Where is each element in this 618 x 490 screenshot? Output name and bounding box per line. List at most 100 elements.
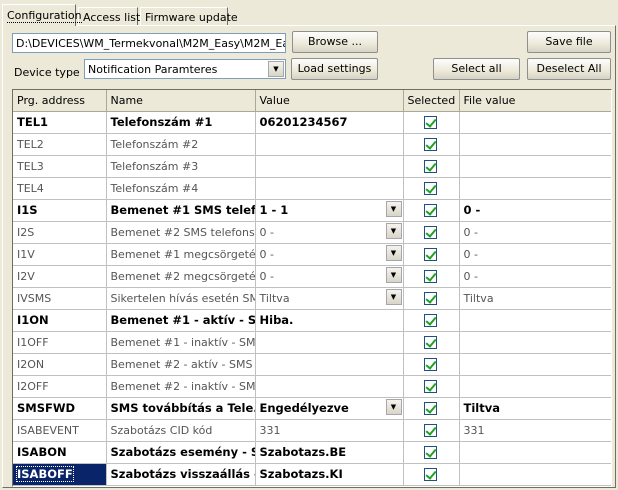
cell-selected[interactable]: [403, 243, 460, 266]
cell-file-value[interactable]: 0 -: [459, 265, 611, 288]
column-header-prg-address[interactable]: Prg. address: [13, 90, 107, 112]
table-row[interactable]: I2OFF Bemenet #2 - inaktív - SMS...: [13, 375, 611, 398]
load-settings-button[interactable]: Load settings: [291, 58, 378, 80]
cell-selected[interactable]: [403, 463, 460, 486]
chevron-down-icon[interactable]: ▼: [268, 61, 284, 77]
cell-name[interactable]: Bemenet #2 - aktív - SMS s...: [106, 353, 256, 376]
browse-button[interactable]: Browse ...: [292, 31, 378, 53]
cell-name[interactable]: Bemenet #1 megcsörgetési ...: [106, 243, 256, 266]
cell-selected[interactable]: [403, 155, 460, 178]
cell-name[interactable]: Sikertelen hívás esetén SMS: [106, 287, 256, 310]
cell-prg-address[interactable]: TEL2: [13, 133, 107, 156]
selected-checkbox[interactable]: [423, 137, 437, 151]
cell-name[interactable]: Bemenet #1 - aktív - S...: [106, 309, 256, 332]
cell-selected[interactable]: [403, 221, 460, 244]
table-row[interactable]: ISABOFF Szabotázs visszaállás -...Szabota…: [13, 463, 611, 486]
selected-checkbox[interactable]: [423, 291, 437, 305]
cell-selected[interactable]: [403, 287, 460, 310]
cell-value[interactable]: Hiba.: [255, 309, 404, 332]
save-file-button[interactable]: Save file: [527, 31, 611, 53]
cell-selected[interactable]: [403, 375, 460, 398]
chevron-down-icon[interactable]: ▼: [385, 200, 402, 217]
table-row[interactable]: I2ON Bemenet #2 - aktív - SMS s...: [13, 353, 611, 376]
cell-value[interactable]: 06201234567: [255, 111, 404, 134]
tab-access-list[interactable]: Access list: [78, 7, 140, 26]
chevron-down-icon[interactable]: ▼: [385, 288, 402, 305]
cell-value[interactable]: Szabotazs.KI: [255, 463, 404, 486]
cell-file-value[interactable]: [459, 331, 611, 354]
cell-name[interactable]: Szabotázs esemény - S...: [106, 441, 256, 464]
device-type-select[interactable]: Notification Paramteres ▼: [84, 59, 286, 79]
parameter-grid[interactable]: Prg. address Name Value Selected File va…: [12, 89, 612, 487]
selected-checkbox[interactable]: [423, 467, 437, 481]
selected-checkbox[interactable]: [423, 269, 437, 283]
cell-value[interactable]: Engedélyezve ▼: [255, 397, 404, 420]
table-row[interactable]: SMSFWD SMS továbbítás a Tele... Engedélyez…: [13, 397, 611, 420]
table-row[interactable]: TEL2 Telefonszám #2: [13, 133, 611, 156]
cell-file-value[interactable]: [459, 375, 611, 398]
cell-value[interactable]: 331: [255, 419, 404, 442]
cell-prg-address[interactable]: I1V: [13, 243, 107, 266]
cell-file-value[interactable]: Tiltva: [459, 287, 611, 310]
chevron-down-icon[interactable]: ▼: [385, 244, 402, 261]
cell-selected[interactable]: [403, 353, 460, 376]
selected-checkbox[interactable]: [423, 225, 437, 239]
selected-checkbox[interactable]: [423, 401, 437, 415]
chevron-down-icon[interactable]: ▼: [385, 398, 402, 415]
cell-value[interactable]: 0 - ▼: [255, 243, 404, 266]
cell-prg-address[interactable]: I2S: [13, 221, 107, 244]
table-row[interactable]: I1S Bemenet #1 SMS telef... 1 - 1 ▼ 0 -: [13, 199, 611, 222]
cell-file-value[interactable]: Tiltva: [459, 397, 611, 420]
column-header-selected[interactable]: Selected: [403, 90, 460, 112]
cell-prg-address[interactable]: I2OFF: [13, 375, 107, 398]
cell-prg-address[interactable]: IVSMS: [13, 287, 107, 310]
cell-selected[interactable]: [403, 441, 460, 464]
table-row[interactable]: I1ON Bemenet #1 - aktív - S... Hiba.: [13, 309, 611, 332]
cell-name[interactable]: Bemenet #1 SMS telef...: [106, 199, 256, 222]
cell-prg-address[interactable]: TEL4: [13, 177, 107, 200]
cell-value[interactable]: Tiltva ▼: [255, 287, 404, 310]
cell-name[interactable]: Szabotázs visszaállás -...: [106, 463, 256, 486]
cell-prg-address[interactable]: ISABON: [13, 441, 107, 464]
tab-firmware-update[interactable]: Firmware update: [140, 7, 238, 26]
cell-value[interactable]: Szabotazs.BE: [255, 441, 404, 464]
cell-prg-address[interactable]: I2ON: [13, 353, 107, 376]
cell-selected[interactable]: [403, 331, 460, 354]
cell-selected[interactable]: [403, 133, 460, 156]
selected-checkbox[interactable]: [423, 181, 437, 195]
selected-checkbox[interactable]: [423, 115, 437, 129]
cell-file-value[interactable]: [459, 441, 611, 464]
selected-checkbox[interactable]: [423, 445, 437, 459]
cell-name[interactable]: Bemenet #2 SMS telefonszám: [106, 221, 256, 244]
cell-file-value[interactable]: [459, 309, 611, 332]
column-header-name[interactable]: Name: [106, 90, 256, 112]
table-row[interactable]: I2SBemenet #2 SMS telefonszám0 -▼0 -: [13, 221, 611, 244]
cell-file-value[interactable]: [459, 133, 611, 156]
chevron-down-icon[interactable]: ▼: [385, 266, 402, 283]
cell-file-value[interactable]: [459, 353, 611, 376]
cell-selected[interactable]: [403, 397, 460, 420]
cell-name[interactable]: Bemenet #2 megcsörgetési ...: [106, 265, 256, 288]
cell-prg-address[interactable]: ISABOFF: [13, 463, 107, 486]
cell-value[interactable]: [255, 375, 404, 398]
select-all-button[interactable]: Select all: [433, 58, 520, 80]
tab-configuration[interactable]: Configuration: [2, 4, 82, 26]
cell-value[interactable]: [255, 331, 404, 354]
cell-name[interactable]: SMS továbbítás a Tele...: [106, 397, 256, 420]
cell-name[interactable]: Szabotázs CID kód: [106, 419, 256, 442]
table-row[interactable]: I2VBemenet #2 megcsörgetési ...0 -▼0 -: [13, 265, 611, 288]
selected-checkbox[interactable]: [423, 423, 437, 437]
table-row[interactable]: ISABEVENT Szabotázs CID kód 331 331: [13, 419, 611, 442]
selected-checkbox[interactable]: [423, 203, 437, 217]
selected-checkbox[interactable]: [423, 313, 437, 327]
table-row[interactable]: TEL3 Telefonszám #3: [13, 155, 611, 178]
cell-name[interactable]: Bemenet #2 - inaktív - SMS...: [106, 375, 256, 398]
selected-checkbox[interactable]: [423, 335, 437, 349]
column-header-value[interactable]: Value: [255, 90, 404, 112]
cell-file-value[interactable]: [459, 155, 611, 178]
cell-value[interactable]: [255, 155, 404, 178]
cell-value[interactable]: 0 - ▼: [255, 221, 404, 244]
cell-file-value[interactable]: [459, 177, 611, 200]
cell-selected[interactable]: [403, 177, 460, 200]
cell-name[interactable]: Bemenet #1 - inaktív - SMS...: [106, 331, 256, 354]
